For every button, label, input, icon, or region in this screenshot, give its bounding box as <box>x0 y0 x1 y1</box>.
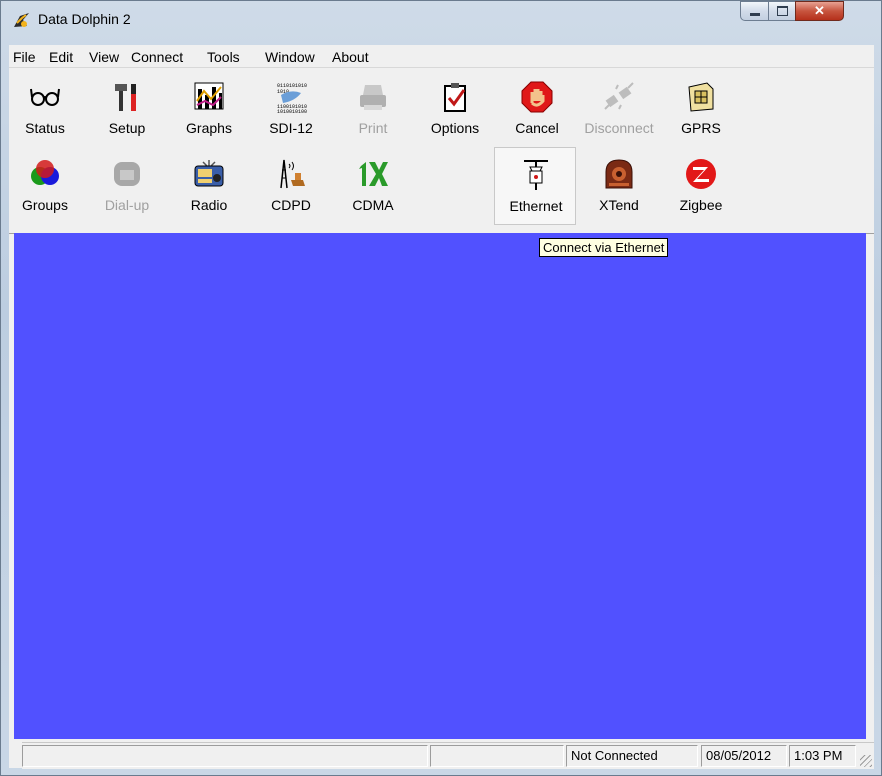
color-circles-icon <box>31 160 59 185</box>
radio-label: Radio <box>190 197 228 213</box>
radio-icon <box>194 160 224 187</box>
close-button[interactable]: ✕ <box>795 1 844 21</box>
stop-hand-icon <box>521 81 553 113</box>
menu-window[interactable]: Window <box>265 49 315 65</box>
clipboard-check-icon <box>444 83 466 112</box>
status-button[interactable]: Status <box>9 73 81 143</box>
groups-label: Groups <box>22 197 68 213</box>
cancel-label: Cancel <box>515 120 559 136</box>
gprs-label: GPRS <box>681 120 721 136</box>
toolbar: Status Setup Graphs 0110101010 1010 110010… <box>9 70 874 234</box>
status-bar: Not Connected 08/05/2012 1:03 PM <box>22 742 874 769</box>
title-bar[interactable]: Data Dolphin 2 ✕ <box>1 1 881 37</box>
xtend-label: XTend <box>599 197 639 213</box>
antenna-tower-icon <box>280 159 305 189</box>
cdma-button[interactable]: CDMA <box>337 150 409 220</box>
maximize-button[interactable] <box>768 1 796 21</box>
ethernet-button[interactable]: Ethernet <box>494 147 576 225</box>
ethernet-label: Ethernet <box>509 198 563 214</box>
resize-grip-icon[interactable] <box>860 755 872 767</box>
zigbee-button[interactable]: Zigbee <box>665 150 737 220</box>
radio-button[interactable]: Radio <box>173 150 245 220</box>
ethernet-plug-icon <box>524 160 548 190</box>
window-title: Data Dolphin 2 <box>38 11 131 27</box>
minimize-button[interactable] <box>740 1 769 21</box>
menu-bar: File Edit View Connect Tools Window Abou… <box>9 45 874 68</box>
minimize-icon <box>749 12 760 16</box>
menu-view[interactable]: View <box>89 49 119 65</box>
status-label: Status <box>25 120 65 136</box>
svg-text:1010010100: 1010010100 <box>277 109 307 113</box>
status-panel-empty <box>430 745 564 767</box>
dialup-label: Dial-up <box>104 197 150 213</box>
app-window: Data Dolphin 2 ✕ File Edit View Connect … <box>0 0 882 776</box>
connection-status: Not Connected <box>566 745 698 767</box>
ethernet-tooltip: Connect via Ethernet <box>539 238 669 257</box>
graphs-button[interactable]: Graphs <box>173 73 245 143</box>
cdpd-label: CDPD <box>271 197 311 213</box>
menu-tools[interactable]: Tools <box>207 49 240 65</box>
setup-button[interactable]: Setup <box>91 73 163 143</box>
cdma-1x-icon <box>359 162 388 186</box>
disconnect-label: Disconnect <box>584 120 654 136</box>
tools-icon <box>115 84 136 111</box>
options-button[interactable]: Options <box>419 73 491 143</box>
bar-graph-icon <box>194 82 224 110</box>
zigbee-label: Zigbee <box>679 197 723 213</box>
mdi-workspace[interactable] <box>14 233 866 739</box>
telephone-icon <box>114 162 140 186</box>
status-panel-message <box>22 745 428 767</box>
maximize-icon <box>776 6 788 16</box>
dolphin-app-icon <box>14 13 29 27</box>
status-time: 1:03 PM <box>789 745 856 767</box>
plug-disconnect-icon <box>604 82 634 110</box>
sdi12-label: SDI-12 <box>269 120 313 136</box>
options-label: Options <box>430 120 480 136</box>
status-date: 08/05/2012 <box>701 745 787 767</box>
menu-connect[interactable]: Connect <box>131 49 183 65</box>
setup-label: Setup <box>108 120 146 136</box>
sim-card-icon <box>688 82 714 112</box>
cdpd-button[interactable]: CDPD <box>255 150 327 220</box>
cancel-button[interactable]: Cancel <box>501 73 573 143</box>
menu-edit[interactable]: Edit <box>49 49 73 65</box>
close-icon: ✕ <box>814 3 825 18</box>
printer-icon <box>360 85 386 110</box>
sdi12-button[interactable]: 0110101010 1010 1100101010 1010010100 SDI-1… <box>255 73 327 143</box>
graphs-label: Graphs <box>186 120 232 136</box>
menu-about[interactable]: About <box>332 49 369 65</box>
xtend-button[interactable]: XTend <box>583 150 655 220</box>
disconnect-button[interactable]: Disconnect <box>583 73 655 143</box>
groups-button[interactable]: Groups <box>9 150 81 220</box>
sdi12-data-icon: 0110101010101011001010101010010100 <box>277 83 307 113</box>
zigbee-icon <box>686 159 716 189</box>
dialup-button[interactable]: Dial-up <box>91 150 163 220</box>
glasses-icon <box>30 88 60 106</box>
gprs-button[interactable]: GPRS <box>665 73 737 143</box>
print-button[interactable]: Print <box>337 73 409 143</box>
menu-file[interactable]: File <box>13 49 36 65</box>
print-label: Print <box>358 120 388 136</box>
xtend-radio-icon <box>605 159 633 189</box>
cdma-label: CDMA <box>352 197 394 213</box>
